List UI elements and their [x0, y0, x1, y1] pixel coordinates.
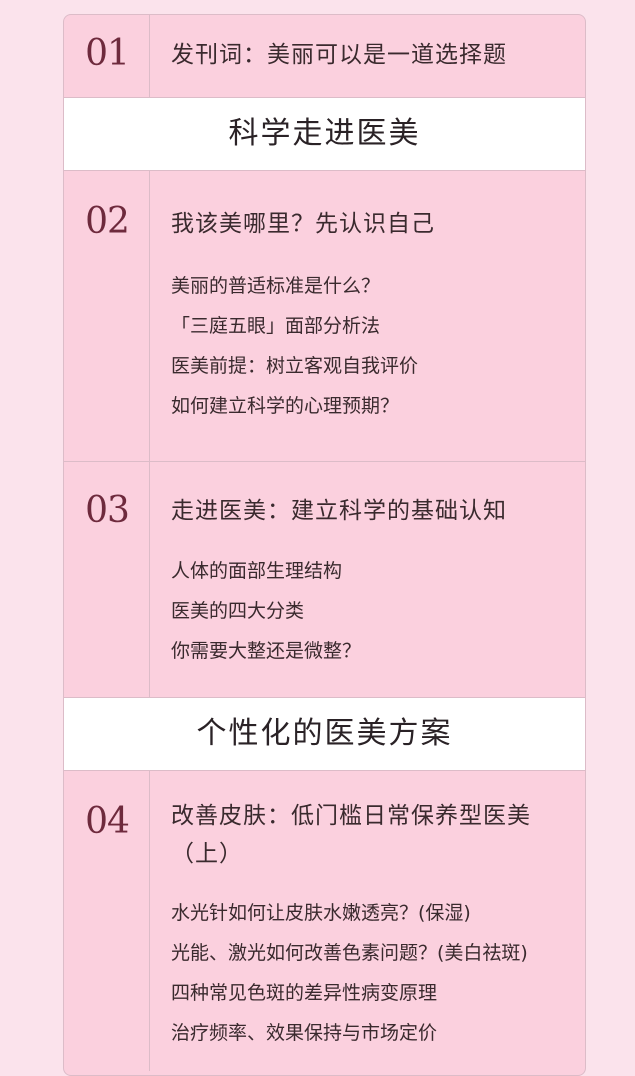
- chapter-number-column: 04: [64, 771, 150, 1071]
- chapter-number: 03: [85, 490, 130, 531]
- section-header: 个性化的医美方案: [64, 698, 585, 771]
- topic-list: 水光针如何让皮肤水嫩透亮？(保湿) 光能、激光如何改善色素问题？(美白祛斑) 四…: [171, 893, 571, 1053]
- chapter-row-02: 02 我该美哪里？先认识自己 美丽的普适标准是什么？ 「三庭五眼」面部分析法 医…: [64, 171, 585, 462]
- list-item: 光能、激光如何改善色素问题？(美白祛斑): [171, 942, 528, 964]
- list-item: 四种常见色斑的差异性病变原理: [171, 982, 438, 1004]
- chapter-title: 我该美哪里？先认识自己: [171, 211, 435, 237]
- topic-list: 人体的面部生理结构 医美的四大分类 你需要大整还是微整？: [171, 551, 585, 671]
- list-item: 治疗频率、效果保持与市场定价: [171, 1022, 438, 1044]
- list-item: 你需要大整还是微整？: [171, 640, 362, 662]
- chapter-number: 02: [85, 201, 130, 242]
- chapter-number-column: 03: [64, 462, 150, 697]
- topic-list: 美丽的普适标准是什么？ 「三庭五眼」面部分析法 医美前提：树立客观自我评价 如何…: [171, 266, 585, 426]
- chapter-row-01: 01 发刊词：美丽可以是一道选择题: [64, 15, 585, 98]
- list-item: 水光针如何让皮肤水嫩透亮？(保湿): [171, 902, 471, 924]
- chapter-content: 我该美哪里？先认识自己 美丽的普适标准是什么？ 「三庭五眼」面部分析法 医美前提…: [150, 171, 585, 461]
- list-item: 人体的面部生理结构: [171, 560, 343, 582]
- list-item: 医美前提：树立客观自我评价: [171, 355, 419, 377]
- list-item: 美丽的普适标准是什么？: [171, 275, 381, 297]
- chapter-content: 走进医美：建立科学的基础认知 人体的面部生理结构 医美的四大分类 你需要大整还是…: [150, 462, 585, 697]
- chapter-title: 发刊词：美丽可以是一道选择题: [171, 42, 507, 68]
- chapter-title: 改善皮肤：低门槛日常保养型医美（上）: [171, 803, 531, 867]
- chapter-number-column: 02: [64, 171, 150, 461]
- list-item: 如何建立科学的心理预期？: [171, 395, 400, 417]
- chapter-number: 01: [85, 33, 130, 74]
- list-item: 医美的四大分类: [171, 600, 305, 622]
- chapter-content: 改善皮肤：低门槛日常保养型医美（上） 水光针如何让皮肤水嫩透亮？(保湿) 光能、…: [150, 771, 585, 1071]
- course-outline-card: 01 发刊词：美丽可以是一道选择题 科学走进医美 02 我该美哪里？先认识自己 …: [63, 14, 586, 1076]
- chapter-title: 走进医美：建立科学的基础认知: [171, 498, 507, 524]
- chapter-row-04: 04 改善皮肤：低门槛日常保养型医美（上） 水光针如何让皮肤水嫩透亮？(保湿) …: [64, 771, 585, 1071]
- list-item: 「三庭五眼」面部分析法: [171, 315, 381, 337]
- section-header: 科学走进医美: [64, 98, 585, 171]
- chapter-content: 发刊词：美丽可以是一道选择题: [150, 15, 585, 97]
- chapter-number-column: 01: [64, 15, 150, 97]
- chapter-row-03: 03 走进医美：建立科学的基础认知 人体的面部生理结构 医美的四大分类 你需要大…: [64, 462, 585, 698]
- chapter-number: 04: [85, 801, 130, 842]
